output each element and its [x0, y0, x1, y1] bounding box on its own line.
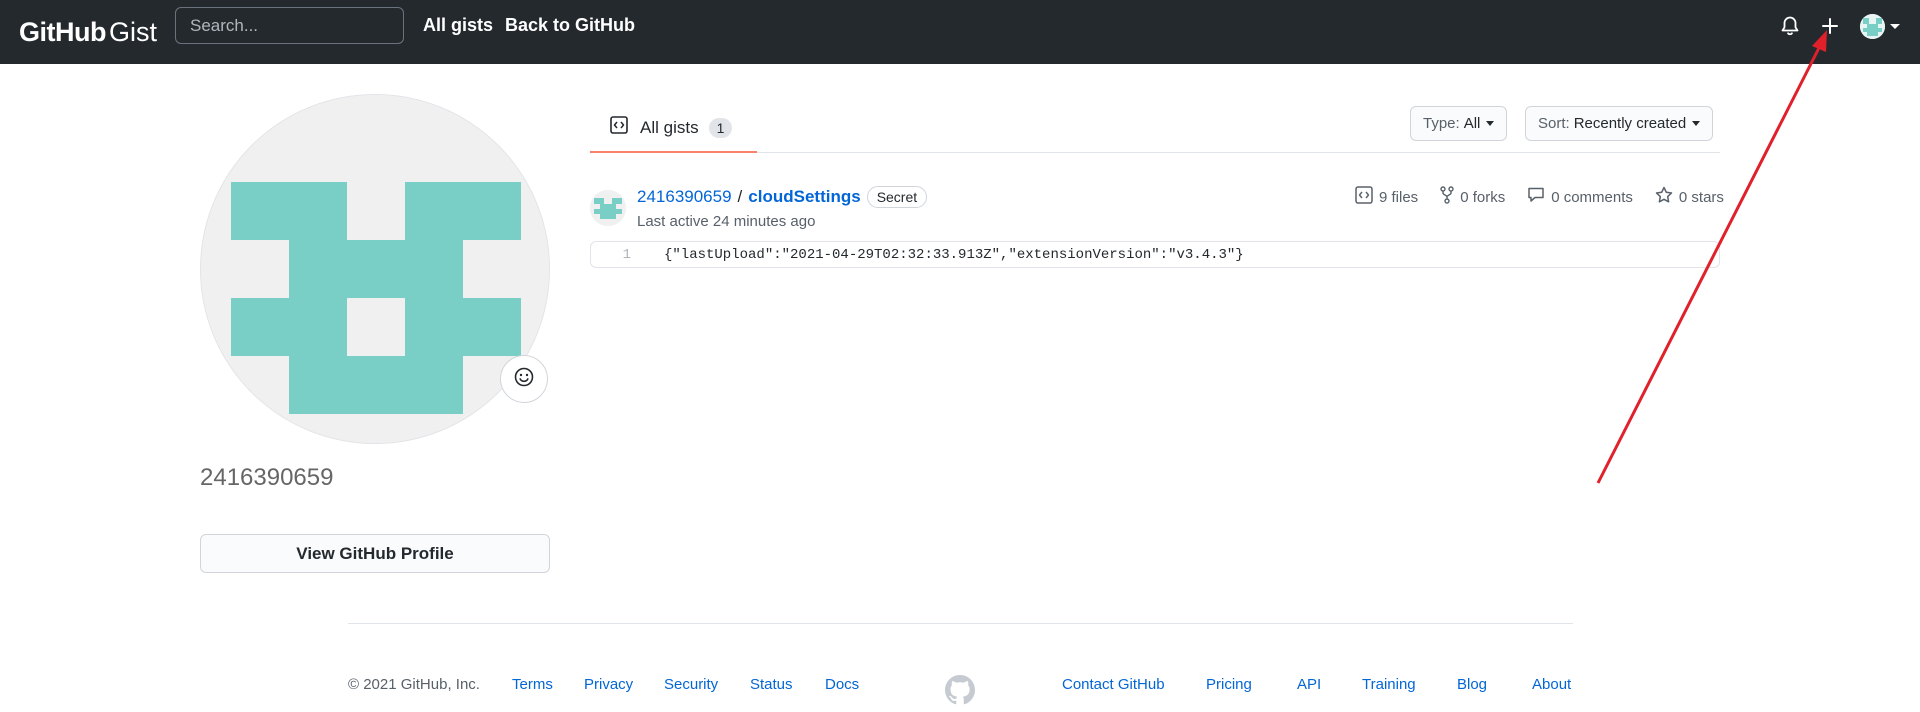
- chevron-down-icon: [1486, 121, 1495, 126]
- gist-title: 2416390659 / cloudSettings Secret: [637, 186, 928, 208]
- gist-file-preview[interactable]: 1 {"lastUpload":"2021-04-29T02:32:33.913…: [590, 241, 1720, 268]
- bell-icon[interactable]: [1778, 14, 1802, 38]
- chevron-down-icon[interactable]: [1890, 24, 1900, 29]
- gist-title-separator: /: [737, 187, 743, 206]
- set-status-button[interactable]: [500, 355, 548, 403]
- type-filter-label: Type:: [1423, 115, 1460, 132]
- comment-icon: [1527, 186, 1551, 208]
- footer-link-terms[interactable]: Terms: [512, 676, 553, 693]
- star-icon: [1655, 186, 1679, 208]
- sort-value: Recently created: [1573, 115, 1687, 132]
- code-square-icon: [1355, 186, 1379, 208]
- profile-avatar: [200, 94, 550, 444]
- logo-github-text: GitHub: [19, 17, 106, 47]
- footer-copyright: © 2021 GitHub, Inc.: [348, 676, 480, 693]
- tab-all-gists-count: 1: [708, 117, 733, 138]
- footer-link-privacy[interactable]: Privacy: [584, 676, 633, 693]
- secret-badge: Secret: [866, 186, 928, 208]
- footer-link-security[interactable]: Security: [664, 676, 718, 693]
- smiley-icon: [513, 366, 535, 393]
- type-filter-dropdown[interactable]: Type: All: [1410, 106, 1508, 141]
- gist-forks-link[interactable]: 0 forks: [1440, 186, 1505, 208]
- tab-all-gists-label: All gists: [640, 117, 699, 137]
- top-header: GitHub Gist All gists Back to GitHub: [0, 0, 1920, 64]
- footer-link-blog[interactable]: Blog: [1457, 676, 1487, 693]
- gist-last-active: Last active 24 minutes ago: [637, 213, 816, 230]
- code-line-number: 1: [622, 246, 631, 263]
- plus-icon[interactable]: [1818, 14, 1842, 38]
- footer-link-pricing[interactable]: Pricing: [1206, 676, 1252, 693]
- footer-link-contact[interactable]: Contact GitHub: [1062, 676, 1165, 693]
- footer-divider: [348, 623, 1573, 624]
- gist-stats: 9 files 0 forks 0 comments 0 stars: [1335, 186, 1724, 208]
- gist-files-count: 9 files: [1379, 188, 1419, 206]
- profile-username: 2416390659: [200, 464, 334, 491]
- gist-comments-link[interactable]: 0 comments: [1527, 186, 1633, 208]
- github-gist-logo[interactable]: GitHub Gist: [19, 12, 157, 52]
- code-square-icon: [610, 116, 628, 139]
- footer-link-status[interactable]: Status: [750, 676, 793, 693]
- footer-link-api[interactable]: API: [1297, 676, 1321, 693]
- code-line-content: {"lastUpload":"2021-04-29T02:32:33.913Z"…: [664, 246, 1244, 263]
- view-github-profile-button[interactable]: View GitHub Profile: [200, 534, 550, 573]
- tab-all-gists[interactable]: All gists 1: [590, 104, 757, 153]
- fork-icon: [1440, 186, 1460, 208]
- gist-stars-count: 0 stars: [1678, 188, 1724, 206]
- gist-name-link[interactable]: cloudSettings: [748, 187, 860, 207]
- logo-gist-text: Gist: [108, 17, 157, 47]
- footer-link-about[interactable]: About: [1532, 676, 1571, 693]
- nav-all-gists[interactable]: All gists: [423, 15, 493, 36]
- gist-stars-link[interactable]: 0 stars: [1655, 186, 1724, 208]
- search-input[interactable]: [175, 7, 404, 44]
- gist-comments-count: 0 comments: [1551, 188, 1633, 206]
- gist-owner-link[interactable]: 2416390659: [637, 187, 732, 207]
- gist-owner-avatar[interactable]: [590, 190, 626, 226]
- sort-label: Sort:: [1538, 115, 1570, 132]
- github-mark-icon[interactable]: [945, 675, 975, 705]
- type-filter-value: All: [1463, 115, 1481, 132]
- nav-back-to-github[interactable]: Back to GitHub: [505, 15, 635, 36]
- gist-forks-count: 0 forks: [1460, 188, 1506, 206]
- footer-link-training[interactable]: Training: [1362, 676, 1416, 693]
- sort-dropdown[interactable]: Sort: Recently created: [1525, 106, 1714, 141]
- gist-files-link[interactable]: 9 files: [1355, 186, 1418, 208]
- chevron-down-icon: [1692, 121, 1701, 126]
- user-avatar[interactable]: [1860, 14, 1885, 39]
- footer-link-docs[interactable]: Docs: [825, 676, 859, 693]
